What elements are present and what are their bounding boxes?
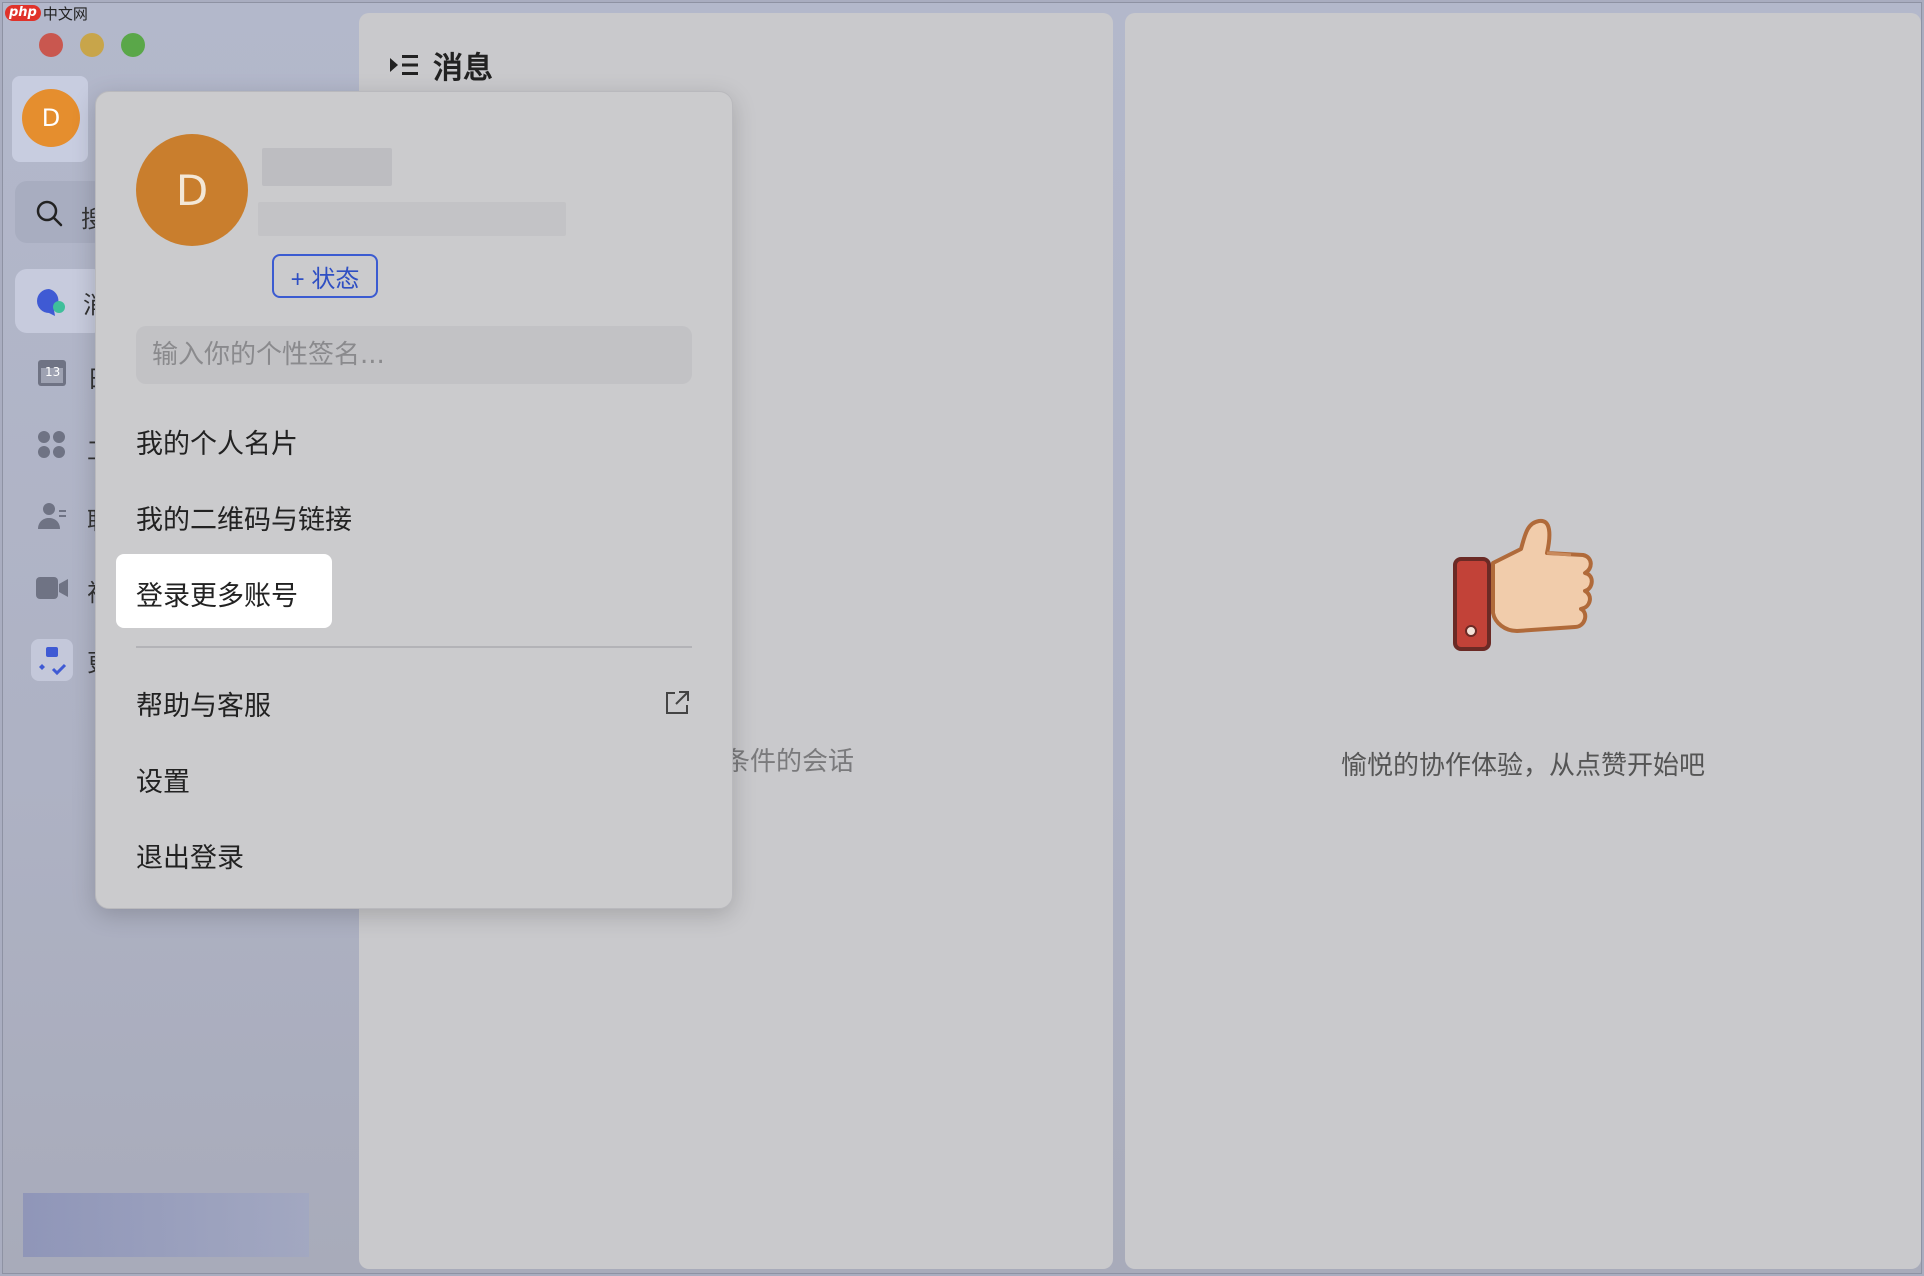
- watermark-badge: php: [5, 5, 41, 21]
- thumbs-up-icon: [1453, 518, 1594, 651]
- avatar[interactable]: D: [22, 89, 80, 147]
- more-apps-icon: [31, 639, 73, 681]
- detail-panel: 愉悦的协作体验，从点赞开始吧: [1125, 13, 1921, 1269]
- contacts-icon: [38, 503, 66, 529]
- menu-item-logout[interactable]: 退出登录: [136, 836, 244, 875]
- search-icon: [36, 200, 63, 227]
- calendar-day: 13: [45, 365, 61, 379]
- page-title: 消息: [433, 51, 493, 86]
- empty-state-text: 条件的会话: [724, 747, 855, 777]
- app-window: php 中文网 D 搜 消 13 日 工: [2, 2, 1922, 1274]
- profile-menu-popup: D + 状态 我的个人名片 我的二维码与链接 登录更多账号 帮助与客服 设置 退…: [95, 91, 733, 909]
- external-link-icon: [666, 691, 689, 714]
- menu-item-help[interactable]: 帮助与客服: [136, 684, 271, 723]
- sidebar-search[interactable]: 搜: [15, 181, 105, 243]
- apps-grid-icon: [38, 431, 65, 458]
- menu-item-qr-link[interactable]: 我的二维码与链接: [136, 498, 352, 537]
- redacted-username: [262, 148, 392, 186]
- sidebar-footer-banner[interactable]: [23, 1193, 309, 1257]
- message-header: 消息: [389, 43, 493, 87]
- video-camera-icon: [36, 577, 68, 599]
- redacted-account-info: [258, 202, 566, 236]
- collapse-list-icon[interactable]: [389, 52, 419, 78]
- sidebar-item-messages[interactable]: 消: [15, 269, 107, 333]
- menu-item-settings[interactable]: 设置: [136, 760, 190, 799]
- profile-avatar[interactable]: D: [136, 134, 248, 246]
- empty-state-caption: 愉悦的协作体验，从点赞开始吧: [1340, 751, 1705, 781]
- watermark: php 中文网: [5, 3, 88, 23]
- minimize-window-button[interactable]: [80, 33, 104, 57]
- maximize-window-button[interactable]: [121, 33, 145, 57]
- signature-input[interactable]: [136, 326, 692, 384]
- menu-item-add-account[interactable]: 登录更多账号: [136, 574, 298, 613]
- menu-divider: [136, 646, 692, 648]
- add-status-button[interactable]: + 状态: [272, 254, 378, 298]
- chat-bubble-icon: [37, 289, 65, 316]
- menu-item-profile-card[interactable]: 我的个人名片: [136, 422, 298, 461]
- close-window-button[interactable]: [39, 33, 63, 57]
- sidebar-avatar-container[interactable]: D: [12, 76, 88, 162]
- watermark-text: 中文网: [42, 4, 88, 23]
